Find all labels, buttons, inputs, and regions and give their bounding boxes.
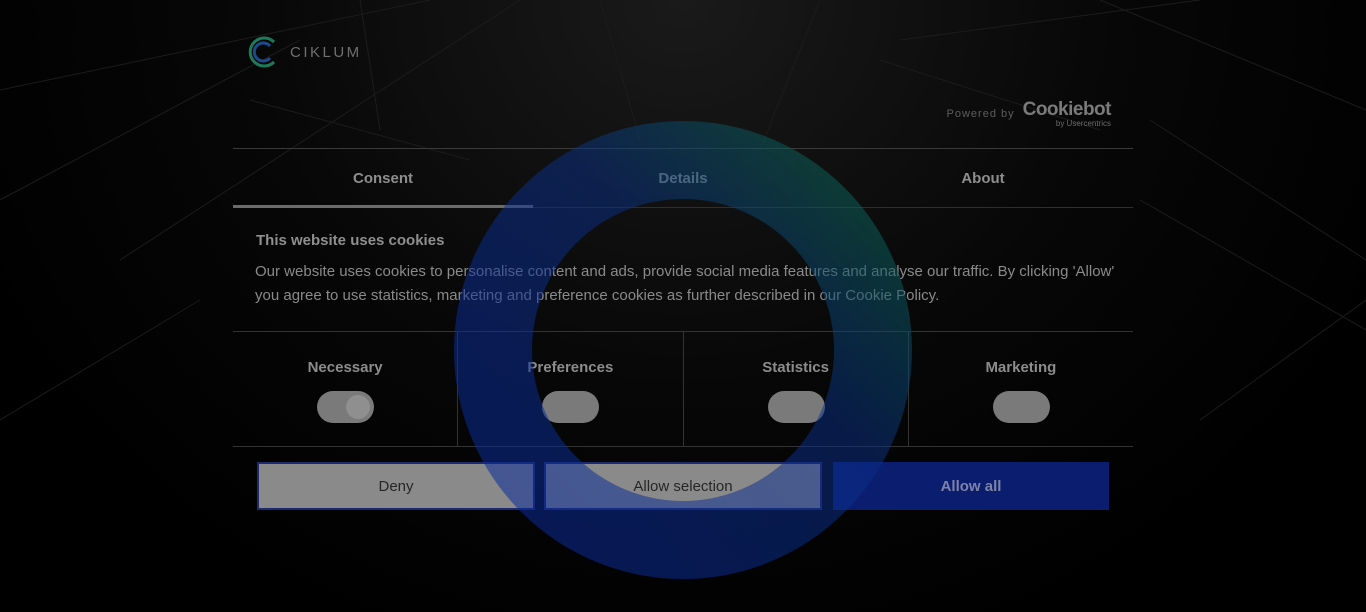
cookie-consent-dialog: Consent Details About This website uses … [233, 148, 1133, 528]
consent-body: Our website uses cookies to personalise … [255, 263, 1115, 304]
consent-heading: This website uses cookies [256, 232, 445, 249]
preferences-switch[interactable] [542, 391, 600, 423]
cookiebot-sub: by Usercentrics [1055, 119, 1111, 128]
deny-button[interactable]: Deny [257, 462, 535, 510]
toggle-label-marketing: Marketing [985, 359, 1057, 376]
allow-all-button[interactable]: Allow all [833, 462, 1109, 510]
toggle-cell-necessary: Necessary [233, 332, 457, 446]
toggle-label-preferences: Preferences [527, 359, 614, 376]
statistics-switch[interactable] [767, 391, 825, 423]
powered-by-cookiebot[interactable]: Powered by Cookiebot by Usercentrics [946, 99, 1112, 128]
toggle-label-statistics: Statistics [762, 359, 829, 376]
toggle-cell-marketing: Marketing [907, 332, 1133, 446]
switch-knob [346, 395, 371, 419]
brand-name: CIKLUM [290, 43, 362, 61]
allow-selection-button[interactable]: Allow selection [544, 462, 822, 510]
tab-bar: Consent Details About [233, 148, 1133, 208]
marketing-switch[interactable] [992, 391, 1050, 423]
ciklum-logo-icon [248, 36, 276, 68]
powered-by-label: Powered by [946, 108, 1015, 120]
tab-consent[interactable]: Consent [233, 149, 533, 208]
cookiebot-logo: Cookiebot by Usercentrics [1022, 99, 1112, 128]
toggle-cell-preferences: Preferences [457, 332, 682, 446]
cookiebot-name: Cookiebot [1022, 99, 1112, 120]
necessary-switch[interactable] [317, 391, 375, 423]
page-background: CIKLUM Powered by Cookiebot by Usercentr… [0, 0, 1366, 612]
cookie-category-toggles: Necessary Preferences Statistics Marketi… [233, 331, 1133, 447]
brand-logo[interactable]: CIKLUM [248, 34, 362, 70]
tab-details[interactable]: Details [533, 149, 833, 207]
tab-about[interactable]: About [833, 149, 1133, 207]
toggle-cell-statistics: Statistics [682, 332, 908, 446]
consent-buttons: Deny Allow selection Allow all [257, 462, 1109, 510]
toggle-label-necessary: Necessary [307, 359, 383, 376]
